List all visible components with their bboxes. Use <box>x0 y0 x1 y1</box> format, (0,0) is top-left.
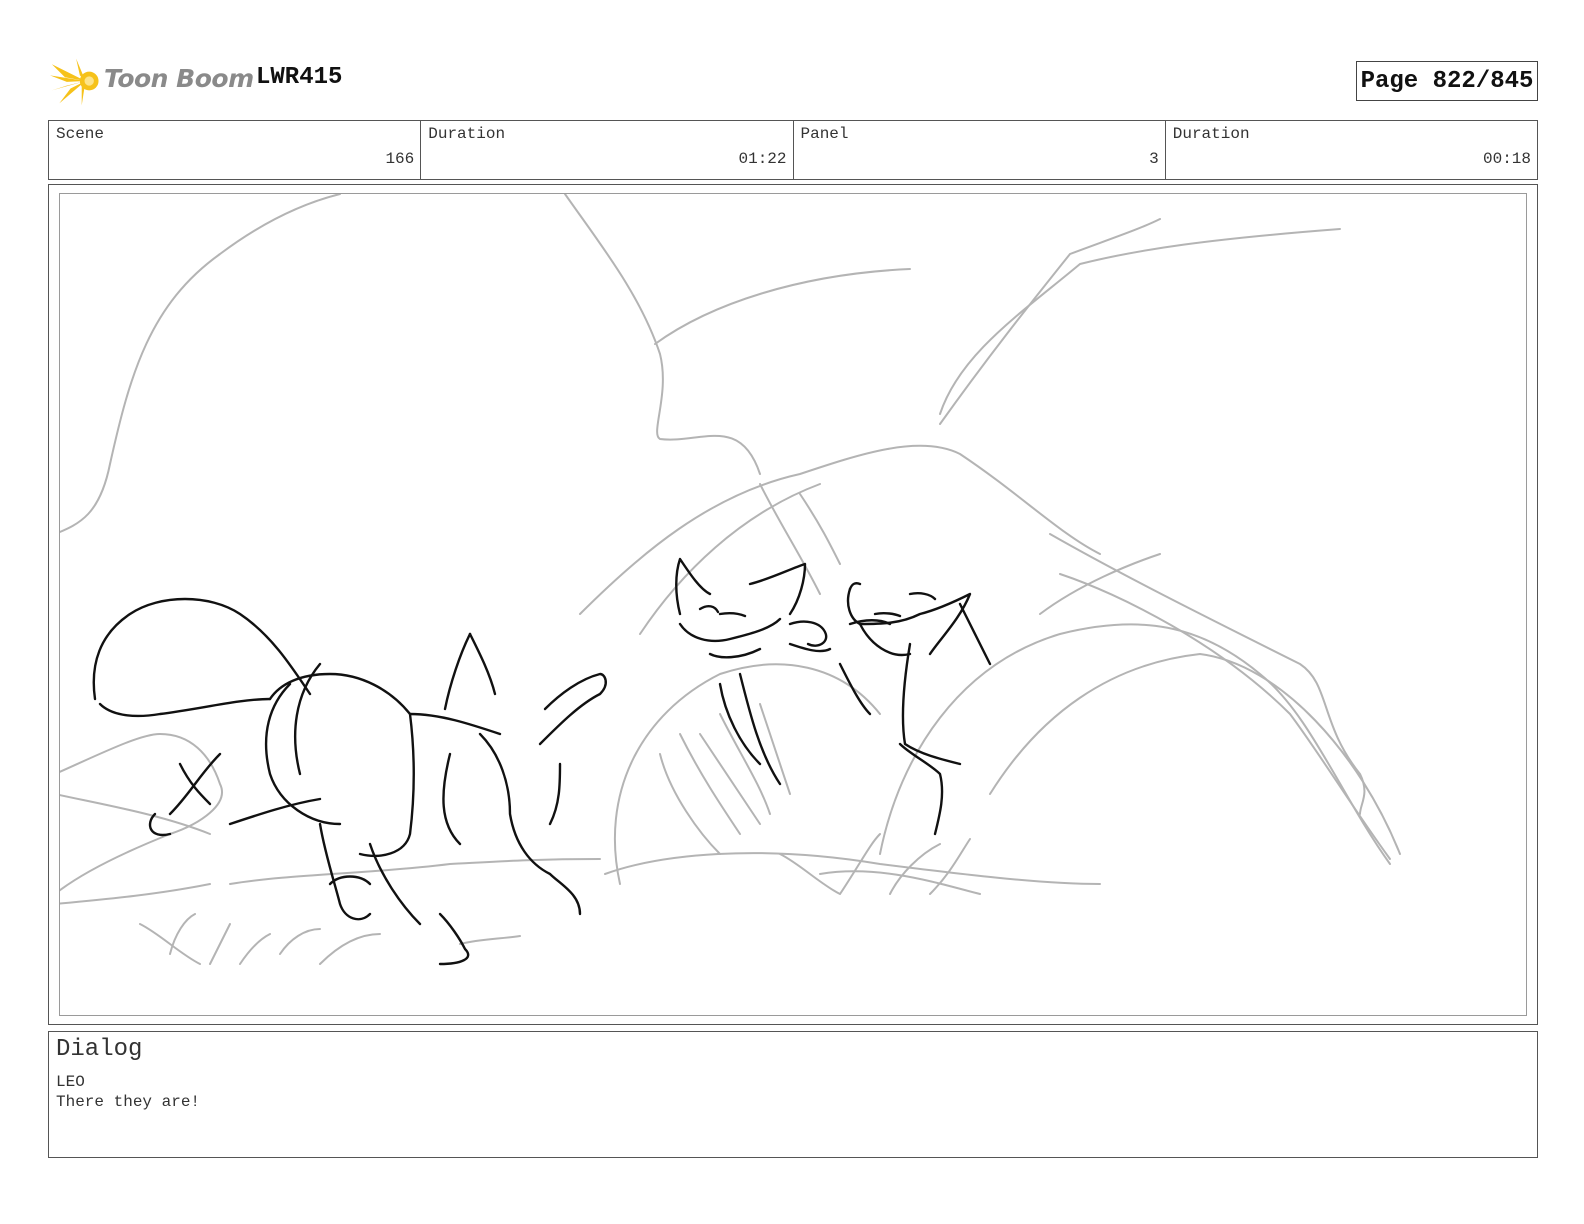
panel-info-row: Scene 166 Duration 01:22 Panel 3 Duratio… <box>48 120 1538 180</box>
scene-duration-cell: Duration 01:22 <box>421 121 794 179</box>
panel-value: 3 <box>1149 150 1159 168</box>
panel-duration-label: Duration <box>1172 125 1250 143</box>
sketch-canvas <box>60 194 1401 966</box>
panel-label: Panel <box>800 125 849 143</box>
brand-name: Toon Boom <box>104 64 254 93</box>
scene-duration-label: Duration <box>428 125 506 143</box>
storyboard-drawing <box>59 193 1527 1016</box>
character-sketch <box>92 557 992 966</box>
panel-duration-value: 00:18 <box>1482 150 1531 168</box>
scene-label: Scene <box>56 125 105 143</box>
scene-value: 166 <box>385 150 415 168</box>
dialog-character: LEO <box>56 1073 85 1091</box>
background-sketch <box>60 194 1401 965</box>
panel-cell: Panel 3 <box>794 121 1166 179</box>
scene-duration-value: 01:22 <box>738 150 787 168</box>
project-code: LWR415 <box>256 64 343 91</box>
page-counter: Page 822/845 <box>1356 61 1538 101</box>
scene-cell: Scene 166 <box>49 121 422 179</box>
panel-duration-cell: Duration 00:18 <box>1166 121 1537 179</box>
dialog-title: Dialog <box>56 1036 143 1063</box>
toon-boom-logo-icon <box>50 58 99 106</box>
dialog-line: There they are! <box>56 1093 201 1111</box>
dialog-box: Dialog LEO There they are! <box>48 1031 1538 1158</box>
page-header: Toon Boom LWR415 Page 822/845 <box>0 0 1584 118</box>
